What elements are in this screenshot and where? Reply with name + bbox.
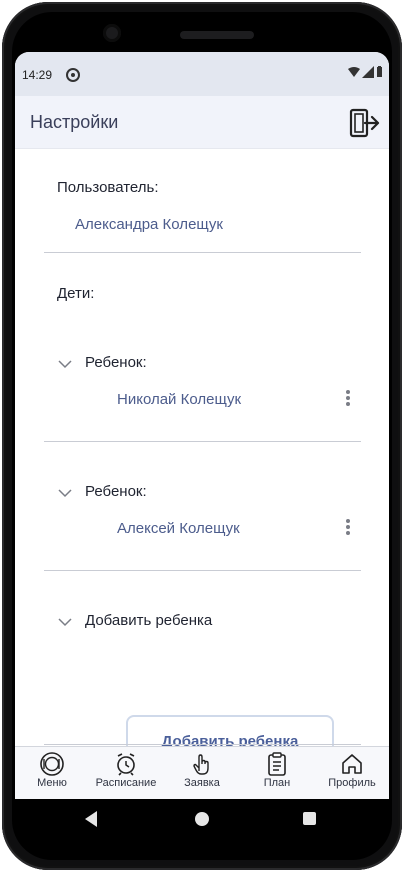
back-icon[interactable] xyxy=(85,811,97,827)
app-header: Настройки xyxy=(15,96,389,149)
child-name: Алексей Колещук xyxy=(117,520,240,537)
nav-item-menu[interactable]: Меню xyxy=(15,751,89,789)
earpiece xyxy=(180,31,254,39)
battery-icon xyxy=(377,66,382,77)
child-label: Ребенок: xyxy=(85,483,147,500)
nav-label: План xyxy=(263,777,291,789)
nav-label: Заявка xyxy=(184,777,220,789)
chevron-down-icon[interactable] xyxy=(58,488,72,498)
nav-item-request[interactable]: Заявка xyxy=(165,751,239,789)
nav-label: Расписание xyxy=(95,777,157,789)
nav-label: Меню xyxy=(37,777,67,789)
divider xyxy=(44,570,361,571)
add-child-section-label: Добавить ребенка xyxy=(85,612,213,629)
wifi-icon xyxy=(348,67,360,77)
bottom-navigation: Меню Расписание Заявка План Профиль xyxy=(15,746,389,799)
children-label: Дети: xyxy=(57,285,95,302)
more-options-icon[interactable] xyxy=(345,388,351,408)
nav-item-profile[interactable]: Профиль xyxy=(315,751,389,789)
nav-item-plan[interactable]: План xyxy=(240,751,314,789)
divider xyxy=(44,252,361,253)
recent-apps-icon[interactable] xyxy=(303,812,316,825)
signal-icon xyxy=(362,66,374,78)
chevron-down-icon[interactable] xyxy=(58,617,72,627)
home-button-icon[interactable] xyxy=(195,812,209,826)
user-label: Пользователь: xyxy=(57,179,159,196)
logout-icon[interactable] xyxy=(347,106,381,140)
home-icon xyxy=(342,754,362,774)
front-camera xyxy=(103,24,121,42)
system-navigation-bar xyxy=(15,799,389,843)
user-name: Александра Колещук xyxy=(75,216,223,233)
more-options-icon[interactable] xyxy=(345,517,351,537)
plate-icon xyxy=(40,752,64,776)
status-bar: 14:29 xyxy=(15,52,389,96)
clipboard-icon xyxy=(268,752,286,776)
child-label: Ребенок: xyxy=(85,354,147,371)
sync-icon xyxy=(66,68,80,82)
settings-content: Пользователь: Александра Колещук Дети: Р… xyxy=(15,149,389,767)
divider xyxy=(44,441,361,442)
alarm-clock-icon xyxy=(117,753,135,776)
nav-label: Профиль xyxy=(328,777,376,789)
screen: 14:29 Настройки Пользователь: Александра… xyxy=(15,52,389,799)
chevron-down-icon[interactable] xyxy=(58,359,72,369)
divider xyxy=(44,744,361,745)
nav-item-schedule[interactable]: Расписание xyxy=(89,751,163,789)
status-time: 14:29 xyxy=(22,68,53,82)
page-title: Настройки xyxy=(30,112,119,132)
hand-pointer-icon xyxy=(193,754,209,775)
child-name: Николай Колещук xyxy=(117,391,242,408)
status-icons xyxy=(348,66,383,78)
